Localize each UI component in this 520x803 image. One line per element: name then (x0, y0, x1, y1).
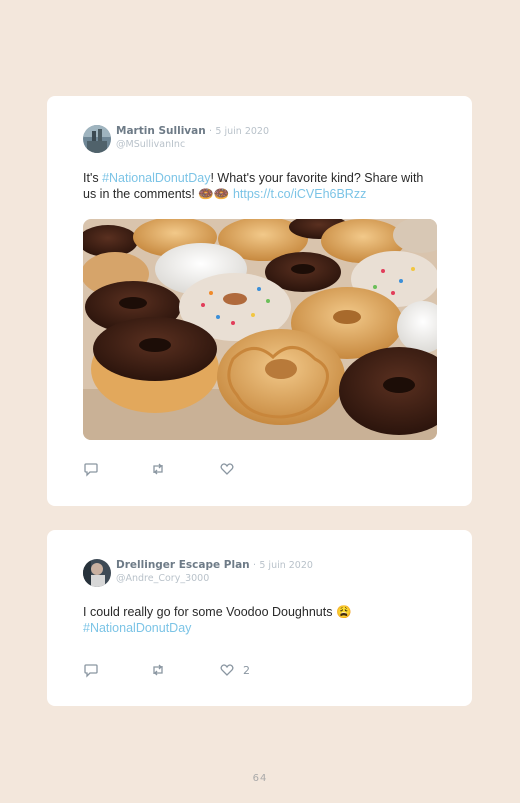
url-link[interactable]: https://t.co/iCVEh6BRzz (233, 187, 366, 201)
donut-emoji: 🍩🍩 (198, 187, 230, 201)
tweet-text-part: It's (83, 171, 103, 185)
like-button[interactable]: 2 (219, 662, 250, 678)
reply-icon (84, 664, 98, 678)
weary-emoji: 😩 (335, 605, 352, 619)
avatar[interactable] (83, 559, 111, 587)
tweet-actions: 2 (83, 662, 323, 678)
like-button[interactable] (219, 461, 243, 477)
retweet-icon (153, 463, 163, 475)
like-count: 2 (243, 663, 250, 677)
tweet-image[interactable] (83, 219, 437, 440)
heart-icon (220, 463, 234, 475)
tweet-text: I could really go for some Voodoo Doughn… (83, 604, 433, 636)
separator: · (209, 126, 213, 137)
retweet-button[interactable] (150, 461, 166, 477)
tweet-date[interactable]: 5 juin 2020 (215, 126, 269, 137)
author-handle[interactable]: @MSullivanInc (116, 139, 185, 150)
reply-button[interactable] (83, 662, 99, 678)
tweet-text-part: I could really go for some Voodoo Doughn… (83, 605, 336, 619)
separator: · (252, 560, 257, 571)
tweet-text: It's #NationalDonutDay! What's your favo… (83, 170, 433, 202)
heart-icon (220, 664, 234, 676)
hashtag-link[interactable]: #NationalDonutDay (83, 621, 191, 635)
avatar[interactable] (83, 125, 111, 153)
retweet-button[interactable] (150, 662, 166, 678)
tweet-card[interactable]: Martin Sullivan · 5 juin 2020 @MSullivan… (47, 96, 472, 506)
author-line: Drellinger Escape Plan · 5 juin 2020 (116, 559, 313, 571)
page-number: 64 (252, 773, 268, 784)
tweet-card[interactable]: Drellinger Escape Plan · 5 juin 2020 @An… (47, 530, 472, 706)
donut-photo (83, 219, 437, 440)
author-handle[interactable]: @Andre_Cory_3000 (116, 573, 209, 584)
author-name[interactable]: Drellinger Escape Plan (116, 559, 250, 571)
tweet-actions (83, 461, 323, 477)
author-name[interactable]: Martin Sullivan (116, 125, 206, 137)
hashtag-link[interactable]: #NationalDonutDay (102, 171, 210, 185)
author-line: Martin Sullivan · 5 juin 2020 (116, 125, 269, 137)
reply-icon (84, 463, 98, 477)
retweet-icon (153, 664, 163, 676)
reply-button[interactable] (83, 461, 99, 477)
tweet-date[interactable]: 5 juin 2020 (259, 560, 313, 571)
